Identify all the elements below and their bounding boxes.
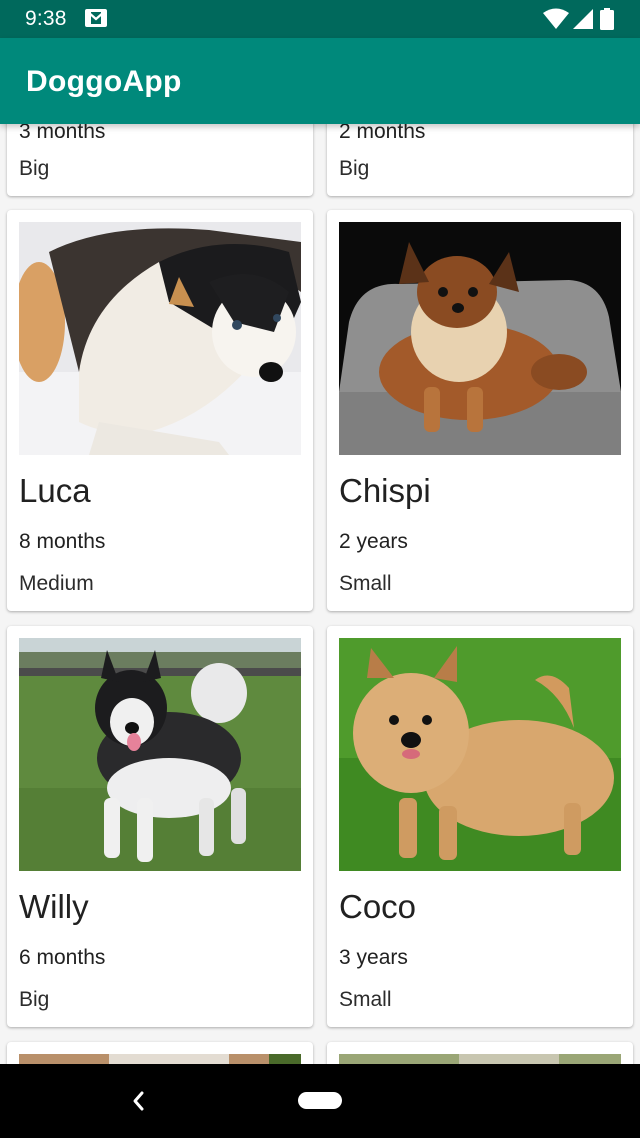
dog-age: 8 months bbox=[19, 530, 106, 553]
dog-age: 6 months bbox=[19, 946, 106, 969]
dog-card[interactable]: 2 months Big bbox=[327, 124, 633, 196]
dog-card[interactable]: Willy 6 months Big bbox=[7, 626, 313, 1027]
wifi-icon bbox=[543, 8, 569, 29]
status-bar: 9:38 bbox=[0, 0, 640, 38]
dog-name: Luca bbox=[19, 472, 91, 509]
dog-size: Big bbox=[19, 988, 50, 1011]
dog-card[interactable]: 3 months Big bbox=[7, 124, 313, 196]
dog-age: 3 years bbox=[339, 946, 408, 969]
dog-name: Chispi bbox=[339, 472, 431, 509]
dog-photo bbox=[19, 1054, 301, 1064]
dog-card[interactable]: Chispi 2 years Small bbox=[327, 210, 633, 611]
dog-grid[interactable]: 3 months Big 2 months Big Luca 8 months … bbox=[0, 124, 640, 1064]
dog-size: Small bbox=[339, 988, 392, 1011]
signal-icon bbox=[573, 9, 593, 29]
mail-icon bbox=[84, 8, 108, 28]
dog-age: 2 months bbox=[339, 124, 426, 143]
dog-size: Big bbox=[339, 157, 370, 180]
app-bar: DoggoApp bbox=[0, 38, 640, 124]
dog-size: Small bbox=[339, 572, 392, 595]
dog-name: Willy bbox=[19, 888, 89, 925]
home-pill-icon[interactable] bbox=[298, 1092, 342, 1109]
dog-photo bbox=[339, 638, 621, 871]
dog-card[interactable]: Luca 8 months Medium bbox=[7, 210, 313, 611]
dog-photo bbox=[339, 1054, 621, 1064]
dog-name: Coco bbox=[339, 888, 417, 925]
dog-photo bbox=[339, 222, 621, 455]
dog-card[interactable] bbox=[327, 1042, 633, 1064]
status-icons bbox=[542, 8, 618, 30]
status-time: 9:38 bbox=[25, 7, 67, 30]
dog-card[interactable]: Coco 3 years Small bbox=[327, 626, 633, 1027]
app-title: DoggoApp bbox=[26, 65, 182, 98]
dog-age: 3 months bbox=[19, 124, 106, 143]
dog-photo bbox=[19, 222, 301, 455]
back-icon[interactable] bbox=[128, 1088, 150, 1114]
dog-age: 2 years bbox=[339, 530, 408, 553]
dog-size: Medium bbox=[19, 572, 94, 595]
dog-photo bbox=[19, 638, 301, 871]
battery-icon bbox=[600, 8, 614, 30]
dog-size: Big bbox=[19, 157, 50, 180]
dog-card[interactable] bbox=[7, 1042, 313, 1064]
